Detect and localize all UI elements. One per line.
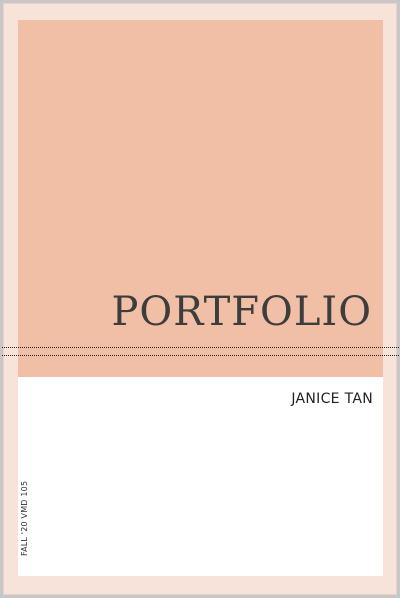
dotted-guide-line-top — [2, 347, 399, 348]
course-label: FALL '20 VMD 105 — [20, 480, 29, 556]
cover-title: PORTFOLIO — [111, 289, 372, 335]
cover-inner-area: PORTFOLIO JANICE TAN FALL '20 VMD 105 — [2, 20, 399, 576]
canvas-background: PORTFOLIO JANICE TAN FALL '20 VMD 105 — [0, 0, 400, 598]
cover-page: PORTFOLIO JANICE TAN FALL '20 VMD 105 — [2, 3, 399, 595]
author-name: JANICE TAN — [291, 391, 373, 407]
dotted-guide-line-bottom — [2, 355, 399, 356]
